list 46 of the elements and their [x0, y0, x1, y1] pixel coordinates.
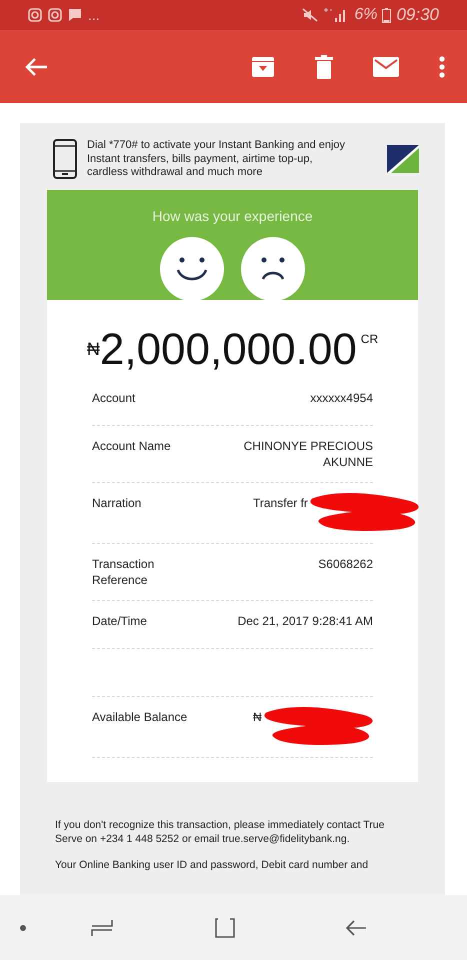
- clock: 09:30: [396, 4, 439, 26]
- field-label: Account: [92, 390, 136, 406]
- field-value: ₦: [253, 708, 262, 724]
- battery-percent: 6%: [354, 5, 378, 25]
- recents-icon: [91, 918, 113, 936]
- smile-icon: [175, 256, 209, 280]
- phone-icon: [53, 139, 77, 180]
- credit-marker: CR: [360, 330, 378, 348]
- mark-unread-button[interactable]: [373, 56, 399, 76]
- back-nav-button[interactable]: [345, 918, 367, 936]
- field-value: Transfer fr: [253, 494, 308, 510]
- footer-text: If you don't recognize this transaction, please immediately contact True Serve on +234 1 448 5252 or email true.serve@fidelitybank.ng.: [55, 818, 386, 846]
- mute-icon: [302, 8, 318, 22]
- kebab-menu-icon: [439, 56, 445, 78]
- battery-icon: [382, 8, 392, 22]
- archive-button[interactable]: [251, 54, 275, 78]
- recent-apps-button[interactable]: [91, 918, 113, 936]
- envelope-icon: [373, 56, 399, 76]
- field-value: Dec 21, 2017 9:28:41 AM: [236, 612, 373, 630]
- bank-logo: [387, 145, 419, 174]
- field-label: Transaction Reference: [92, 556, 156, 588]
- frown-icon: [259, 256, 287, 280]
- footer-text: Your Online Banking user ID and password, Debit card number and: [55, 858, 370, 872]
- back-arrow-icon: [345, 918, 367, 936]
- back-arrow-icon: [24, 56, 48, 76]
- promo-text: Dial *770# to activate your Instant Banking and enjoy Instant transfers, bills payment, airtime top-up, cardless withdrawal and much more: [87, 139, 346, 180]
- more-notifications: ...: [88, 8, 100, 22]
- chat-icon: [68, 8, 82, 22]
- home-button[interactable]: [215, 918, 235, 938]
- camera-app-icon: [48, 8, 62, 22]
- delete-button[interactable]: [315, 54, 333, 78]
- dot-icon: [20, 924, 26, 930]
- more-options-button[interactable]: [439, 56, 445, 78]
- field-value: xxxxxx4954: [309, 390, 373, 406]
- field-value: CHINONYE PRECIOUS AKUNNE: [242, 438, 373, 470]
- amount: 2,000,000.00: [100, 324, 357, 376]
- field-label: Date/Time: [92, 612, 148, 630]
- camera-app-icon: [28, 8, 42, 22]
- feedback-title: How was your experience: [152, 206, 313, 226]
- archive-icon: [251, 54, 275, 78]
- field-value: S6068262: [317, 556, 373, 572]
- field-label: Account Name: [92, 438, 172, 454]
- trash-icon: [315, 54, 333, 78]
- field-label: Available Balance: [92, 708, 188, 726]
- field-label: Narration: [92, 494, 142, 512]
- currency-symbol: ₦: [86, 338, 100, 360]
